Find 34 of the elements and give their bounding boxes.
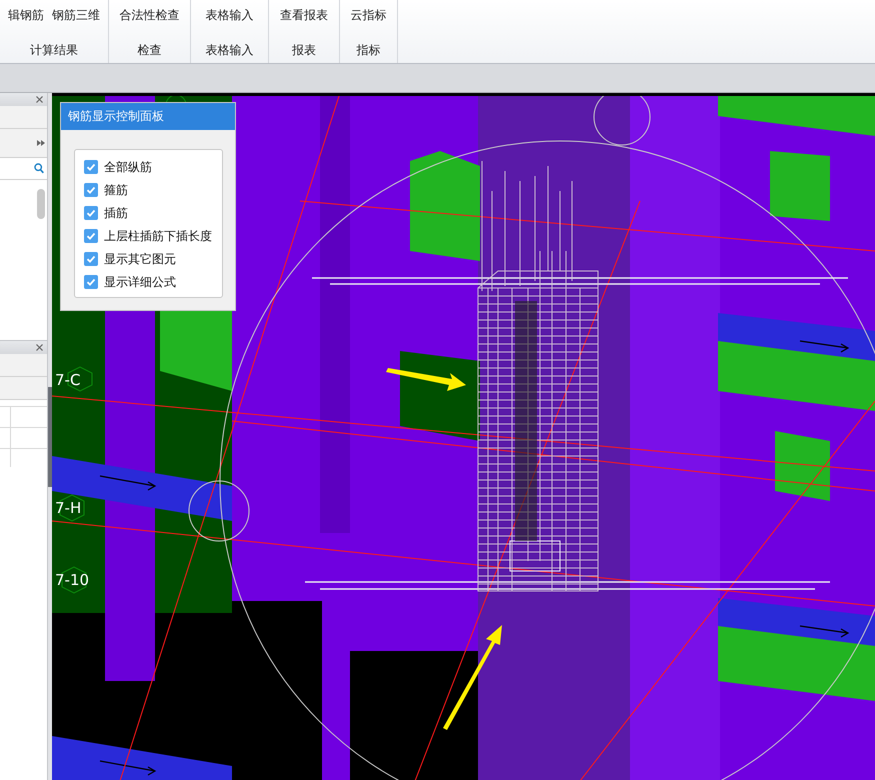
group-label: 指标 bbox=[356, 42, 380, 59]
checkbox[interactable] bbox=[84, 275, 98, 289]
checkbox-option[interactable]: 插筋 bbox=[84, 204, 213, 222]
checkbox[interactable] bbox=[84, 183, 98, 197]
axis-label: 7-10 bbox=[55, 572, 90, 588]
ribbon-button[interactable]: 云指标 bbox=[348, 4, 388, 27]
splitter-grip[interactable] bbox=[48, 387, 52, 487]
checkbox-option[interactable]: 显示详细公式 bbox=[84, 273, 213, 291]
axis-label: 7-H bbox=[55, 500, 82, 516]
scrollbar-thumb[interactable] bbox=[37, 189, 45, 219]
close-icon[interactable] bbox=[36, 96, 43, 103]
checkbox-option[interactable]: 全部纵筋 bbox=[84, 158, 213, 176]
ribbon-button[interactable]: 查看报表 bbox=[278, 4, 330, 27]
group-label: 检查 bbox=[138, 42, 162, 59]
search-icon[interactable] bbox=[34, 163, 44, 174]
group-label: 表格输入 bbox=[206, 42, 254, 59]
panel-title: 钢筋显示控制面板 bbox=[61, 103, 235, 130]
checkbox-option[interactable]: 显示其它图元 bbox=[84, 250, 213, 268]
checkbox[interactable] bbox=[84, 160, 98, 174]
expand-icon[interactable] bbox=[37, 140, 45, 146]
checkbox[interactable] bbox=[84, 229, 98, 243]
checkbox[interactable] bbox=[84, 206, 98, 220]
checkbox-option[interactable]: 箍筋 bbox=[84, 181, 213, 199]
checkbox[interactable] bbox=[84, 252, 98, 266]
group-label: 计算结果 bbox=[30, 42, 78, 59]
ribbon-button[interactable]: 辑钢筋 bbox=[6, 4, 46, 27]
ribbon-button[interactable]: 钢筋三维 bbox=[50, 4, 102, 27]
splitter[interactable] bbox=[48, 93, 52, 780]
ribbon-button[interactable]: 表格输入 bbox=[204, 4, 256, 27]
close-icon[interactable] bbox=[36, 344, 43, 351]
checkbox-option[interactable]: 上层柱插筋下插长度 bbox=[84, 227, 213, 245]
ribbon-button[interactable]: 合法性检查 bbox=[118, 4, 182, 27]
axis-label: 7-C bbox=[55, 372, 80, 388]
group-label: 报表 bbox=[292, 42, 316, 59]
